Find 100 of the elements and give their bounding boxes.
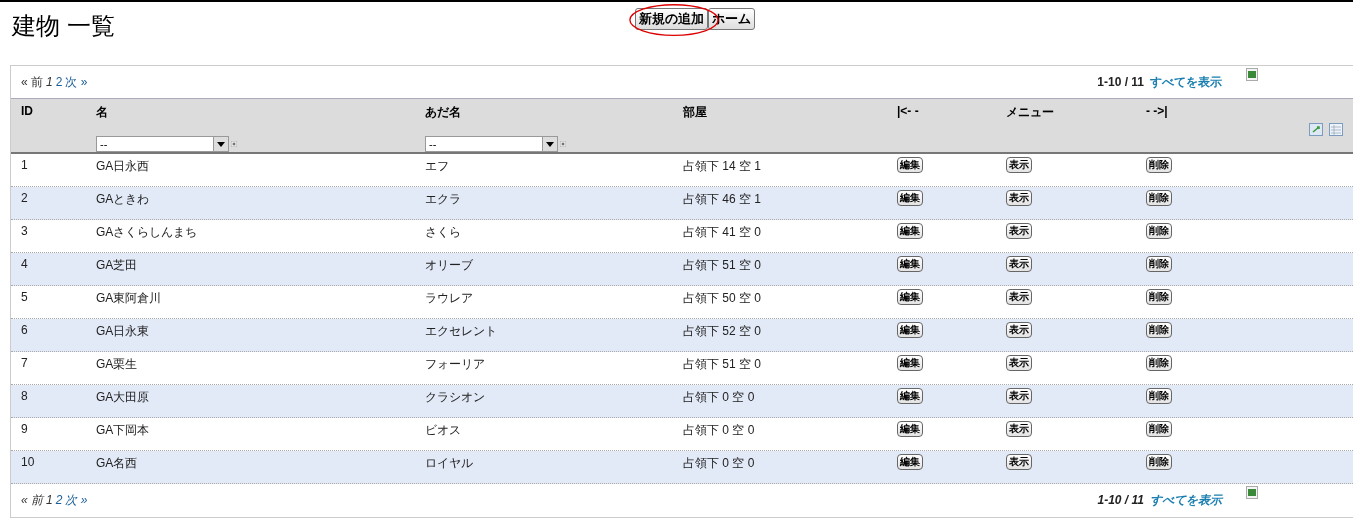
column-header: 部屋 [683,104,707,121]
row-action-button[interactable]: 編集 [897,289,923,305]
table-cell-text: GA日永西 [96,158,151,175]
row-action-button[interactable]: 表示 [1006,355,1032,371]
table-cell-text: 占領下 41 空 0 [683,224,763,241]
table-cell-text: 3 [21,223,29,240]
row-action-button[interactable]: 削除 [1146,421,1172,437]
row-action-button[interactable]: 削除 [1146,190,1172,206]
table-cell-text: 4 [21,256,29,273]
plus-icon[interactable] [560,141,566,147]
show-all-link[interactable]: すべてを表示 [1150,73,1222,91]
row-action-button[interactable]: 編集 [897,223,923,239]
row-action-button[interactable]: 表示 [1006,256,1032,272]
table-cell-text: 占領下 52 空 0 [683,323,763,340]
table-cell-text: 1 [21,157,29,174]
row-action-button[interactable]: 表示 [1006,322,1032,338]
row-action-button[interactable]: 表示 [1006,223,1032,239]
caret-icon[interactable] [213,137,228,151]
plus-icon[interactable] [231,141,237,147]
table-cell-text: 9 [21,421,29,438]
table-cell-text: ビオス [425,422,462,439]
caret-icon[interactable] [542,137,557,151]
table-cell-text: 占領下 14 空 1 [683,158,763,175]
page-link[interactable]: 2 [55,75,63,89]
spreadsheet-icon[interactable] [1246,68,1258,81]
table-cell-text: GA栗生 [96,356,139,373]
row-action-button[interactable]: 削除 [1146,157,1172,173]
row-action-button[interactable]: 編集 [897,322,923,338]
table-cell-text: ロイヤル [425,455,474,472]
table-cell-text: 7 [21,355,29,372]
table-cell-text: 占領下 0 空 0 [683,455,756,472]
table-cell-text: 6 [21,322,29,339]
row-action-button[interactable]: 編集 [897,190,923,206]
table-cell-text: クラシオン [425,389,486,406]
row-action-button[interactable]: 削除 [1146,322,1172,338]
column-header: あだ名 [425,104,461,121]
table-cell-text: GA東阿倉川 [96,290,163,307]
column-header: 名 [96,104,108,121]
spreadsheet-icon[interactable] [1246,486,1258,499]
table-cell-text: 占領下 46 空 1 [683,191,763,208]
row-action-button[interactable]: 表示 [1006,388,1032,404]
row-action-button[interactable]: 表示 [1006,190,1032,206]
table-cell-text: 10 [21,454,36,471]
record-range: 1-10 / 11 [1097,493,1144,507]
row-action-button[interactable]: 表示 [1006,157,1032,173]
table-cell-text: エクセレント [425,323,498,340]
row-action-button[interactable]: 削除 [1146,256,1172,272]
column-header: ID [21,104,33,118]
row-action-button[interactable]: 削除 [1146,289,1172,305]
row-action-button[interactable]: 表示 [1006,289,1032,305]
column-header: - ->| [1146,104,1168,118]
column-header: メニュー [1006,104,1054,121]
table-cell-text: 占領下 50 空 0 [683,290,763,307]
row-action-button[interactable]: 削除 [1146,223,1172,239]
row-action-button[interactable]: 削除 [1146,454,1172,470]
row-action-button[interactable]: 表示 [1006,454,1032,470]
page-link[interactable]: 1 [46,75,53,89]
table-icon[interactable] [1329,123,1343,136]
table-cell-text: GAときわ [96,191,151,208]
table-cell-text: オリーブ [425,257,474,274]
row-action-button[interactable]: 編集 [897,421,923,437]
record-range: 1-10 / 11 [1097,75,1144,89]
table-cell-text: さくら [425,224,462,241]
page-title: 建物 一覧 [12,11,115,41]
filter-dropdown[interactable]: -- [96,136,229,152]
table-cell-text: GA下岡本 [96,422,151,439]
table-cell-text: GA芝田 [96,257,139,274]
table-cell-text: エフ [425,158,450,175]
table-cell-text: 占領下 51 空 0 [683,356,763,373]
table-cell-text: GA日永東 [96,323,151,340]
filter-dropdown[interactable]: -- [425,136,558,152]
table-cell-text: 2 [21,190,29,207]
row-action-button[interactable]: 表示 [1006,421,1032,437]
table-cell-text: 5 [21,289,29,306]
previous-page-label: « 前 [21,73,43,91]
page-link[interactable]: 2 [55,493,63,507]
table-cell-text: GA大田原 [96,389,151,406]
next-page-link[interactable]: 次 » [65,73,88,91]
header-button[interactable]: 新規の追加 [635,8,708,30]
table-cell-text: GA名西 [96,455,139,472]
row-action-button[interactable]: 削除 [1146,355,1172,371]
table-cell-text: エクラ [425,191,462,208]
table-cell-text: 占領下 0 空 0 [683,389,756,406]
row-action-button[interactable]: 編集 [897,388,923,404]
row-action-button[interactable]: 編集 [897,157,923,173]
previous-page-label: « 前 [21,491,43,509]
next-page-link[interactable]: 次 » [65,491,88,509]
row-action-button[interactable]: 削除 [1146,388,1172,404]
table-cell-text: 占領下 0 空 0 [683,422,756,439]
table-cell-text: 占領下 51 空 0 [683,257,763,274]
row-action-button[interactable]: 編集 [897,454,923,470]
table-cell-text: フォーリア [425,356,486,373]
column-header: |<- - [897,104,919,118]
table-cell-text: GAさくらしんまち [96,224,199,241]
table-cell-text: 8 [21,388,29,405]
table-cell-text: ラウレア [425,290,474,307]
row-action-button[interactable]: 編集 [897,355,923,371]
page-link[interactable]: 1 [46,493,53,507]
row-action-button[interactable]: 編集 [897,256,923,272]
show-all-link[interactable]: すべてを表示 [1150,491,1222,509]
